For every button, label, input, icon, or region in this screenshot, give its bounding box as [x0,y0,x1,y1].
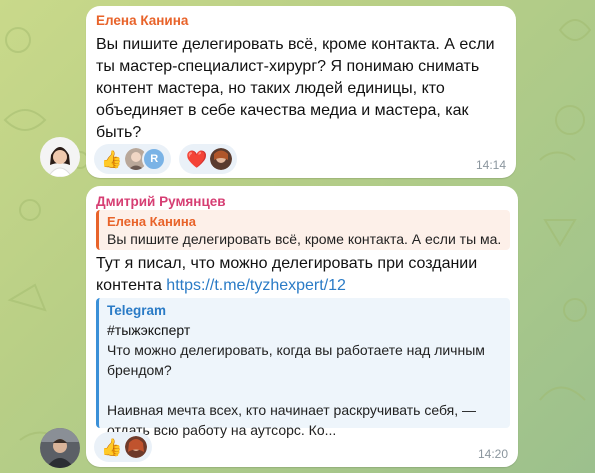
message-text: Вы пишите делегировать всё, кроме контак… [96,34,511,144]
reply-quote[interactable]: Елена Канина Вы пишите делегировать всё,… [96,210,510,250]
message-line: Тут я писал, что можно делегировать при … [96,255,478,272]
message-text: Тут я писал, что можно делегировать при … [96,253,511,297]
message-time: 14:20 [477,447,508,461]
sender-name[interactable]: Дмитрий Румянцев [96,194,226,209]
reaction-heart[interactable]: ❤️ [179,144,238,174]
preview-line: отдать всю работу на аутсорс. Ко... [107,422,337,438]
message-line: быть? [96,124,142,141]
sender-avatar[interactable] [40,428,80,468]
message-line: объединяет в себе качества медиа и масте… [96,102,469,119]
thumbs-up-icon: 👍 [101,437,123,457]
reactor-avatar [210,148,233,170]
preview-line: брендом? [107,362,172,378]
preview-line: Наивная мечта всех, кто начинает раскруч… [107,402,477,418]
message-line: Вы пишите делегировать всё, кроме контак… [96,36,495,53]
message-line: контента [96,277,167,294]
quote-author: Елена Канина [107,214,196,229]
sender-name[interactable]: Елена Канина [96,13,188,28]
link-preview[interactable]: Telegram #тыжэксперт Что можно делегиров… [96,298,510,438]
reaction-thumbs-up[interactable]: 👍 [94,432,153,462]
preview-site-name: Telegram [107,303,167,318]
reaction-thumbs-up[interactable]: 👍 R [94,144,172,174]
message-bubble[interactable]: Дмитрий Румянцев Елена Канина Вы пишите … [86,186,518,467]
preview-line [107,380,502,400]
message-time: 14:14 [475,158,506,172]
message-line: ты мастер-специалист-хирург? Я понимаю с… [96,58,480,75]
thumbs-up-icon: 👍 [101,149,123,169]
red-heart-icon: ❤️ [186,149,208,169]
preview-title: #тыжэксперт [107,322,191,338]
sender-avatar[interactable] [40,137,80,177]
preview-line: Что можно делегировать, когда вы работае… [107,342,485,358]
message-line: контент мастера, но таких людей единицы,… [96,80,445,97]
quote-text: Вы пишите делегировать всё, кроме контак… [107,231,502,247]
message-bubble[interactable]: Елена Канина Вы пишите делегировать всё,… [86,6,516,178]
reactor-avatar [125,436,148,458]
preview-description: Что можно делегировать, когда вы работае… [107,340,502,440]
reactor-badge: R [142,147,167,171]
message-link[interactable]: https://t.me/tyzhexpert/12 [166,277,346,294]
